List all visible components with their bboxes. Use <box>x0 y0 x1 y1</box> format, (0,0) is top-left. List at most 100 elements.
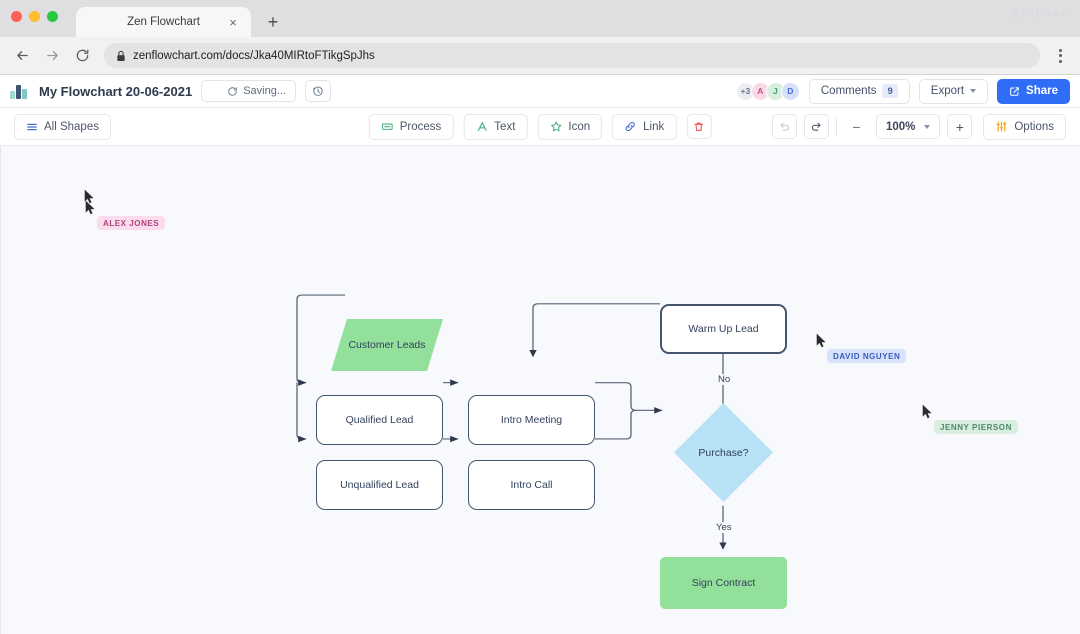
watermark: @wljsimz <box>1011 8 1068 18</box>
flow-node-label: Intro Call <box>510 479 552 491</box>
chevron-down-icon <box>970 89 976 93</box>
comments-count-badge: 9 <box>882 84 897 98</box>
browser-menu-icon[interactable] <box>1049 43 1071 69</box>
minimize-window-button[interactable] <box>29 11 40 22</box>
all-shapes-label: All Shapes <box>44 121 99 133</box>
collaborator-label-alex-jones: ALEX JONES <box>97 216 165 230</box>
text-tool-button[interactable]: Text <box>463 114 527 140</box>
flow-node-label: Warm Up Lead <box>688 323 758 335</box>
app-logo-icon[interactable] <box>10 84 28 99</box>
tab-title: Zen Flowchart <box>127 16 200 28</box>
forward-arrow-icon[interactable] <box>39 43 65 69</box>
share-box-icon <box>1009 86 1020 97</box>
cursor-icon <box>84 189 95 204</box>
window-traffic-lights <box>11 11 58 22</box>
undo-icon <box>778 120 791 133</box>
toolbar-divider <box>836 118 837 136</box>
link-chain-icon <box>624 120 637 133</box>
cursor-icon <box>922 404 933 419</box>
trash-icon <box>693 121 705 133</box>
history-clock-icon <box>312 85 324 97</box>
text-label: Text <box>494 121 515 133</box>
undo-button[interactable] <box>772 114 797 139</box>
collaborator-avatars[interactable]: +3 A J D <box>736 82 800 101</box>
flow-node-warm-up-lead[interactable]: Warm Up Lead <box>660 304 787 354</box>
options-label: Options <box>1014 121 1054 133</box>
flowchart-canvas[interactable]: Customer Leads Qualified Lead Unqualifie… <box>0 146 1080 634</box>
link-tool-button[interactable]: Link <box>612 114 676 140</box>
flow-node-label: Unqualified Lead <box>340 479 419 491</box>
address-bar[interactable]: zenflowchart.com/docs/Jka40MIRtoFTikgSpJ… <box>104 43 1040 68</box>
chevron-down-icon <box>924 125 930 129</box>
cursor-pointer-jenny-pierson <box>922 404 933 424</box>
app-header: My Flowchart 20-06-2021 Saving... +3 A J… <box>0 75 1080 108</box>
star-icon <box>549 120 562 133</box>
shape-tools-group: Process Text Icon Link <box>369 114 712 140</box>
redo-button[interactable] <box>804 114 829 139</box>
zoom-in-button[interactable]: + <box>947 114 972 139</box>
back-arrow-icon[interactable] <box>9 43 35 69</box>
maximize-window-button[interactable] <box>47 11 58 22</box>
flow-node-label: Qualified Lead <box>346 414 414 426</box>
close-tab-icon[interactable]: × <box>226 15 240 29</box>
edge-label-yes: Yes <box>713 522 735 533</box>
comments-label: Comments <box>821 85 877 97</box>
browser-tabstrip: Zen Flowchart × + @wljsimz <box>0 0 1080 37</box>
browser-tab[interactable]: Zen Flowchart × <box>76 7 251 37</box>
flow-node-intro-meeting[interactable]: Intro Meeting <box>468 395 595 445</box>
zoom-out-button[interactable]: − <box>844 114 869 139</box>
delete-button[interactable] <box>686 114 711 139</box>
flow-node-label: Purchase? <box>698 447 748 459</box>
flow-node-unqualified-lead[interactable]: Unqualified Lead <box>316 460 443 510</box>
flow-node-sign-contract[interactable]: Sign Contract <box>660 557 787 609</box>
url-text: zenflowchart.com/docs/Jka40MIRtoFTikgSpJ… <box>133 50 375 62</box>
flow-node-label: Intro Meeting <box>501 414 562 426</box>
flow-node-label: Customer Leads <box>348 339 425 351</box>
link-label: Link <box>643 121 664 133</box>
document-title[interactable]: My Flowchart 20-06-2021 <box>39 84 192 99</box>
avatar[interactable]: D <box>781 82 800 101</box>
browser-window: Zen Flowchart × + @wljsimz zenflowchart.… <box>0 0 1080 634</box>
app-header-actions: +3 A J D Comments 9 Export Share <box>736 79 1070 104</box>
flow-node-intro-call[interactable]: Intro Call <box>468 460 595 510</box>
view-controls-group: − 100% + Options <box>772 114 1066 140</box>
zen-flowchart-app: My Flowchart 20-06-2021 Saving... +3 A J… <box>0 74 1080 634</box>
export-button[interactable]: Export <box>919 79 988 104</box>
cursor-icon <box>816 333 827 348</box>
saving-status-badge: Saving... <box>201 80 296 102</box>
share-button[interactable]: Share <box>997 79 1070 104</box>
flow-node-customer-leads[interactable]: Customer Leads <box>331 319 443 371</box>
all-shapes-button[interactable]: All Shapes <box>14 114 111 140</box>
flow-node-qualified-lead[interactable]: Qualified Lead <box>316 395 443 445</box>
flow-node-purchase-decision[interactable]: Purchase? <box>674 403 773 502</box>
process-tool-button[interactable]: Process <box>369 114 454 140</box>
flow-node-label: Sign Contract <box>692 577 756 589</box>
text-a-icon <box>475 120 488 133</box>
version-history-button[interactable] <box>305 80 331 102</box>
editor-toolbar: All Shapes Process Text Icon Link <box>0 108 1080 146</box>
icon-tool-button[interactable]: Icon <box>537 114 602 140</box>
process-label: Process <box>400 121 442 133</box>
saving-label: Saving... <box>243 85 286 97</box>
export-label: Export <box>931 85 964 97</box>
icon-label: Icon <box>568 121 590 133</box>
collaborator-label-david-nguyen: DAVID NGUYEN <box>827 349 906 363</box>
mouse-cursor <box>84 189 95 209</box>
zoom-level-select[interactable]: 100% <box>876 114 940 139</box>
comments-button[interactable]: Comments 9 <box>809 79 910 104</box>
zoom-level-label: 100% <box>886 121 915 133</box>
browser-toolbar: zenflowchart.com/docs/Jka40MIRtoFTikgSpJ… <box>0 37 1080 74</box>
sync-icon <box>211 86 222 97</box>
collaborator-label-jenny-pierson: JENNY PIERSON <box>934 420 1018 434</box>
sliders-icon <box>995 120 1008 133</box>
new-tab-button[interactable]: + <box>263 12 283 32</box>
redo-icon <box>810 120 823 133</box>
edge-label-no: No <box>715 374 733 385</box>
close-window-button[interactable] <box>11 11 22 22</box>
process-rect-icon <box>381 120 394 133</box>
reload-icon[interactable] <box>69 43 95 69</box>
share-label: Share <box>1026 85 1058 97</box>
options-button[interactable]: Options <box>983 114 1066 140</box>
cursor-pointer-david-nguyen <box>816 333 827 353</box>
lock-icon <box>116 50 126 62</box>
